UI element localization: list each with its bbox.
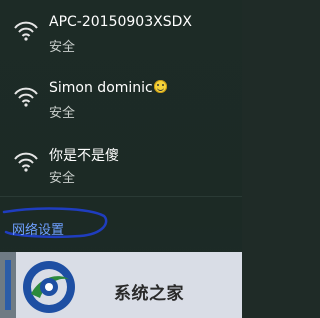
network-name: APC-20150903XSDX bbox=[49, 14, 192, 30]
network-settings-link[interactable]: 网络设置 bbox=[12, 219, 64, 238]
network-name: Simon dominic bbox=[49, 80, 167, 96]
system-home-logo-icon bbox=[23, 261, 75, 313]
network-item-2[interactable]: Simon dominic 安全 bbox=[0, 70, 242, 130]
divider bbox=[0, 196, 242, 197]
network-item-1[interactable]: APC-20150903XSDX 安全 bbox=[0, 4, 242, 64]
network-name-text: Simon dominic bbox=[49, 80, 153, 96]
network-status: 安全 bbox=[49, 106, 76, 121]
wifi-signal-icon bbox=[14, 87, 38, 107]
network-item-3[interactable]: 你是不是傻 安全 bbox=[0, 135, 242, 195]
taskbar-accent bbox=[5, 260, 11, 310]
wifi-flyout: APC-20150903XSDX 安全 Simon dominic 安全 你是不… bbox=[0, 0, 242, 318]
wifi-signal-icon bbox=[14, 152, 38, 172]
network-name: 你是不是傻 bbox=[49, 148, 119, 164]
watermark-text: 系统之家 bbox=[114, 284, 184, 304]
wifi-signal-icon bbox=[14, 21, 38, 41]
network-status: 安全 bbox=[49, 171, 76, 186]
network-status: 安全 bbox=[49, 40, 76, 55]
smiling-emoji-icon bbox=[153, 80, 167, 93]
